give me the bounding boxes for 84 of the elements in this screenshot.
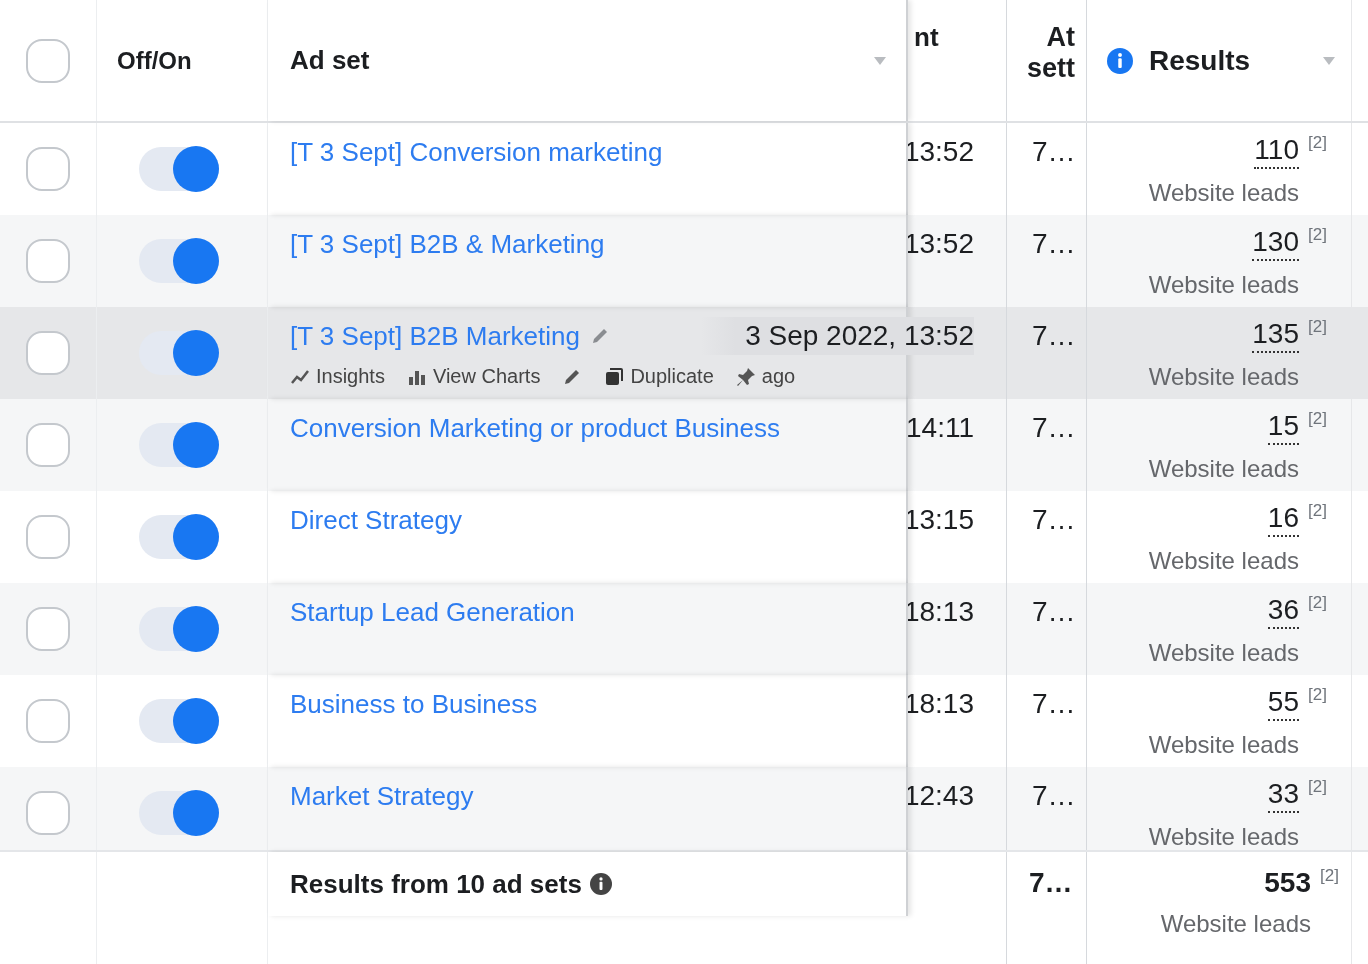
result-type-label: Website leads <box>1148 823 1299 850</box>
caret-icon[interactable] <box>1323 56 1335 65</box>
pin-icon <box>735 366 756 387</box>
date-text: 13:15 <box>903 503 974 537</box>
result-count[interactable]: 130 <box>1252 225 1299 261</box>
result-count[interactable]: 55 <box>1267 685 1299 721</box>
pin-link[interactable]: ago <box>735 365 796 388</box>
ad-set-name-link[interactable]: Startup Lead Generation <box>290 596 575 628</box>
row-checkbox[interactable] <box>26 239 70 283</box>
attribution-text: 7… <box>1032 688 1076 719</box>
footnote-mark: [2] <box>1308 685 1327 705</box>
info-icon[interactable] <box>1107 47 1133 74</box>
on-off-toggle[interactable] <box>139 515 219 559</box>
ad-set-name-link[interactable]: Direct Strategy <box>290 504 462 536</box>
row-checkbox[interactable] <box>26 423 70 467</box>
date-text: 18:13 <box>903 687 974 721</box>
result-count[interactable]: 33 <box>1267 777 1299 813</box>
date-text: 13:52 <box>903 227 974 261</box>
result-type-label: Website leads <box>1148 363 1299 391</box>
attribution-text: 7… <box>1032 228 1076 259</box>
attribution-text: 7… <box>1032 596 1076 627</box>
attribution-text: 7… <box>1032 412 1076 443</box>
on-off-toggle[interactable] <box>139 239 219 283</box>
row-checkbox[interactable] <box>26 607 70 651</box>
ad-set-name-link[interactable]: Market Strategy <box>290 780 474 812</box>
result-type-label: Website leads <box>1160 910 1311 938</box>
row-checkbox[interactable] <box>26 515 70 559</box>
pencil-icon[interactable] <box>590 326 610 346</box>
footnote-mark: [2] <box>1320 866 1339 886</box>
results-summary-text: Results from 10 ad sets <box>290 868 582 900</box>
footnote-mark: [2] <box>1308 777 1327 797</box>
select-all-checkbox[interactable] <box>26 38 70 83</box>
attribution-text: 7… <box>1032 504 1076 535</box>
on-off-toggle[interactable] <box>139 147 219 191</box>
column-header[interactable]: Results <box>1149 44 1251 77</box>
column-header[interactable]: At sett <box>1027 22 1075 121</box>
on-off-toggle[interactable] <box>139 791 219 835</box>
attribution-text: 7… <box>1032 780 1076 811</box>
result-count[interactable]: 15 <box>1267 409 1299 445</box>
footnote-mark: [2] <box>1308 317 1327 337</box>
result-count[interactable]: 36 <box>1267 593 1299 629</box>
column-header[interactable]: nt <box>914 22 939 53</box>
date-text: 13:52 <box>903 135 974 169</box>
ad-set-name-link[interactable]: [T 3 Sept] B2B & Marketing <box>290 228 605 260</box>
insights-link[interactable]: Insights <box>290 365 385 388</box>
attribution-text: 7… <box>1032 320 1076 351</box>
info-icon[interactable] <box>589 873 612 895</box>
footnote-mark: [2] <box>1308 133 1327 153</box>
row-checkbox[interactable] <box>26 147 70 191</box>
result-count[interactable]: 135 <box>1252 317 1299 353</box>
on-off-toggle[interactable] <box>139 423 219 467</box>
result-type-label: Website leads <box>1148 271 1299 299</box>
footnote-mark: [2] <box>1308 409 1327 429</box>
column-header[interactable]: Ad set <box>290 45 370 76</box>
attribution-text: 7… <box>1029 867 1073 898</box>
ad-set-name-link[interactable]: Business to Business <box>290 688 538 720</box>
caret-icon[interactable] <box>874 56 886 65</box>
ad-set-name-link[interactable]: [T 3 Sept] Conversion marketing <box>290 136 663 168</box>
footnote-mark: [2] <box>1308 501 1327 521</box>
row-checkbox[interactable] <box>26 699 70 743</box>
result-type-label: Website leads <box>1148 639 1299 667</box>
date-text: 14:11 <box>906 411 974 445</box>
result-count[interactable]: 16 <box>1267 501 1299 537</box>
column-header[interactable]: Off/On <box>117 46 192 75</box>
row-checkbox[interactable] <box>26 791 70 835</box>
view-charts-link[interactable]: View Charts <box>406 365 541 388</box>
date-text: 18:13 <box>903 595 974 629</box>
result-type-label: Website leads <box>1148 547 1299 575</box>
result-type-label: Website leads <box>1148 731 1299 759</box>
date-text: 12:43 <box>903 779 974 813</box>
copy-icon <box>604 366 625 387</box>
footnote-mark: [2] <box>1308 225 1327 245</box>
on-off-toggle[interactable] <box>139 699 219 743</box>
result-type-label: Website leads <box>1148 179 1299 207</box>
footnote-mark: [2] <box>1308 593 1327 613</box>
on-off-toggle[interactable] <box>139 331 219 375</box>
result-type-label: Website leads <box>1148 455 1299 483</box>
row-checkbox[interactable] <box>26 331 70 375</box>
result-count[interactable]: 110 <box>1254 133 1299 169</box>
on-off-toggle[interactable] <box>139 607 219 651</box>
ad-set-name-link[interactable]: Conversion Marketing or product Business <box>290 412 780 444</box>
attribution-text: 7… <box>1032 136 1076 167</box>
result-count: 553 <box>1264 866 1311 900</box>
duplicate-link[interactable]: Duplicate <box>604 365 714 388</box>
